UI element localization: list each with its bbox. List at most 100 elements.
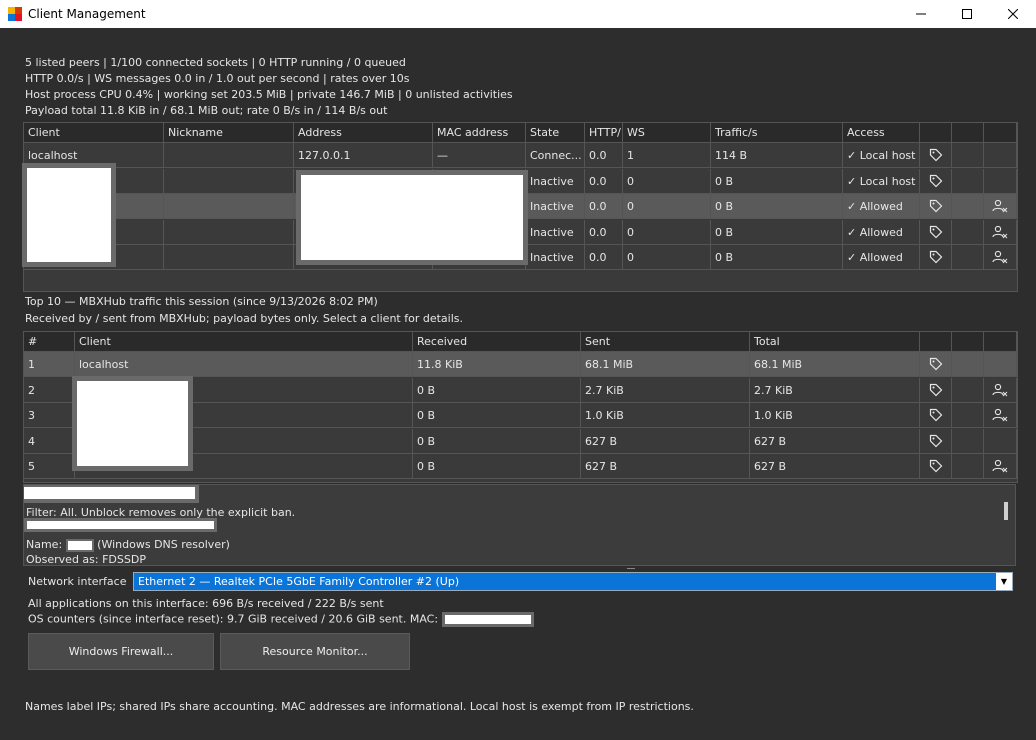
col-header-ws[interactable]: WS	[623, 123, 711, 143]
tag-icon	[929, 357, 942, 371]
app-icon	[8, 7, 22, 21]
col-header-traffic[interactable]: Traffic/s	[711, 123, 843, 143]
col-header-total[interactable]: Total	[750, 332, 920, 352]
title-bar: Client Management	[0, 0, 1036, 28]
ban-user-icon	[992, 408, 1008, 422]
network-interface-select[interactable]: Ethernet 2 — Realtek PCIe 5GbE Family Co…	[133, 572, 1013, 591]
tag-button[interactable]	[920, 403, 952, 428]
cell-received: 0 B	[413, 428, 581, 454]
details-panel[interactable]: Filter: All. Unblock removes only the ex…	[23, 484, 1016, 566]
empty-cell	[952, 143, 984, 168]
cell-received: 0 B	[413, 377, 581, 403]
cell-total: 2.7 KiB	[750, 377, 920, 403]
summary-rates: HTTP 0.0/s | WS messages 0.0 in / 1.0 ou…	[25, 72, 410, 85]
cell-http: 0.0	[585, 143, 623, 168]
cell-rank: 5	[24, 454, 75, 479]
os-counters-line: OS counters (since interface reset): 9.7…	[28, 612, 534, 627]
col-header-address[interactable]: Address	[294, 123, 433, 143]
cell-http: 0.0	[585, 168, 623, 194]
cell-nickname	[164, 219, 294, 245]
close-button[interactable]	[990, 0, 1036, 28]
cell-state: Inactive	[526, 245, 585, 270]
chevron-down-icon[interactable]: ▼	[996, 573, 1012, 590]
tag-button[interactable]	[920, 168, 952, 194]
col-header-sent[interactable]: Sent	[581, 332, 750, 352]
tag-button[interactable]	[920, 143, 952, 168]
cell-nickname	[164, 194, 294, 219]
summary-peers: 5 listed peers | 1/100 connected sockets…	[25, 56, 406, 69]
ban-button[interactable]	[984, 194, 1017, 219]
tag-button[interactable]	[920, 194, 952, 219]
col-header-ban	[984, 123, 1017, 143]
col-header-label	[920, 332, 952, 352]
tag-button[interactable]	[920, 454, 952, 479]
col-header-mac[interactable]: MAC address	[433, 123, 526, 143]
ban-user-icon	[992, 383, 1008, 396]
cell-state: Inactive	[526, 219, 585, 245]
tag-icon	[929, 383, 942, 396]
scrollbar-thumb[interactable]	[1004, 502, 1008, 520]
apps-traffic-line: All applications on this interface: 696 …	[28, 597, 384, 610]
tag-button[interactable]	[920, 245, 952, 270]
cell-rank: 1	[24, 352, 75, 377]
cell-sent: 2.7 KiB	[581, 377, 750, 403]
col-header-rank[interactable]: #	[24, 332, 75, 352]
ban-button[interactable]	[984, 219, 1017, 245]
redacted-line	[24, 485, 199, 503]
cell-sent: 1.0 KiB	[581, 403, 750, 428]
tag-button[interactable]	[920, 377, 952, 403]
minimize-icon	[916, 13, 926, 15]
footer-note: Names label IPs; shared IPs share accoun…	[25, 700, 694, 713]
details-scrollbar[interactable]	[998, 485, 1015, 565]
col-header-state[interactable]: State	[526, 123, 585, 143]
ban-button[interactable]	[984, 377, 1017, 403]
os-counters-text: OS counters (since interface reset): 9.7…	[28, 612, 439, 626]
col-header-access[interactable]: Access	[843, 123, 920, 143]
empty-cell	[952, 219, 984, 245]
col-header-http[interactable]: HTTP/	[585, 123, 623, 143]
ban-button[interactable]	[984, 245, 1017, 270]
cell-traffic: 114 B	[711, 143, 843, 168]
col-header-received[interactable]: Received	[413, 332, 581, 352]
empty-cell	[984, 143, 1017, 168]
tag-button[interactable]	[920, 428, 952, 454]
maximize-button[interactable]	[944, 0, 990, 28]
col-header-client[interactable]: Client	[24, 123, 164, 143]
redacted-block	[72, 376, 193, 471]
empty-cell	[952, 403, 984, 428]
tag-icon	[929, 459, 942, 473]
ban-button[interactable]	[984, 403, 1017, 428]
redacted-line	[24, 518, 217, 532]
minimize-button[interactable]	[898, 0, 944, 28]
cell-access: ✓ Local host	[843, 168, 920, 194]
redacted-mac	[441, 612, 534, 627]
cell-total: 1.0 KiB	[750, 403, 920, 428]
tag-button[interactable]	[920, 219, 952, 245]
resource-monitor-button[interactable]: Resource Monitor...	[220, 633, 410, 670]
cell-nickname	[164, 245, 294, 270]
cell-ws: 1	[623, 143, 711, 168]
cell-mac: —	[433, 143, 526, 168]
cell-sent: 627 B	[581, 428, 750, 454]
summary-payload: Payload total 11.8 KiB in / 68.1 MiB out…	[25, 104, 388, 117]
tag-icon	[929, 434, 942, 447]
empty-cell	[984, 428, 1017, 454]
empty-cell	[952, 428, 984, 454]
cell-access: ✓ Allowed	[843, 219, 920, 245]
redacted-name	[65, 538, 94, 552]
windows-firewall-button[interactable]: Windows Firewall...	[28, 633, 214, 670]
table-row[interactable]: 1 localhost 11.8 KiB 68.1 MiB 68.1 MiB	[24, 352, 1017, 377]
col-header-client[interactable]: Client	[75, 332, 413, 352]
tag-button[interactable]	[920, 352, 952, 377]
cell-http: 0.0	[585, 245, 623, 270]
cell-ws: 0	[623, 219, 711, 245]
tag-icon	[929, 225, 942, 238]
col-header-nickname[interactable]: Nickname	[164, 123, 294, 143]
cell-state: Connec...	[526, 143, 585, 168]
cell-access: ✓ Local host	[843, 143, 920, 168]
ban-button[interactable]	[984, 454, 1017, 479]
name-suffix: (Windows DNS resolver)	[97, 538, 230, 551]
redacted-block	[22, 163, 116, 267]
table-row[interactable]: localhost 127.0.0.1— Connec... 0.0 1 114 B ✓ L…	[24, 143, 1017, 168]
tag-icon	[929, 408, 942, 422]
